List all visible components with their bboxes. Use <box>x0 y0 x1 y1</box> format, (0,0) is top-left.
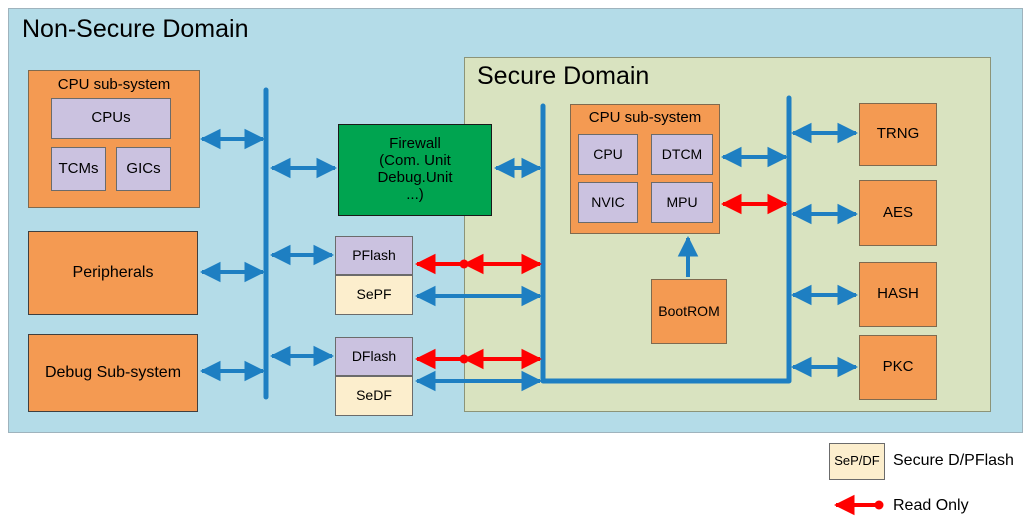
sec-bus-u-path <box>540 95 792 384</box>
connector-layer <box>199 87 884 516</box>
architecture-diagram: Non-Secure Domain Secure Domain CPU sub-… <box>0 0 1031 529</box>
legend-readonly-dot <box>874 500 884 510</box>
pflash-readonly-junction-dot <box>459 259 469 269</box>
dflash-readonly-junction-dot <box>459 354 469 364</box>
